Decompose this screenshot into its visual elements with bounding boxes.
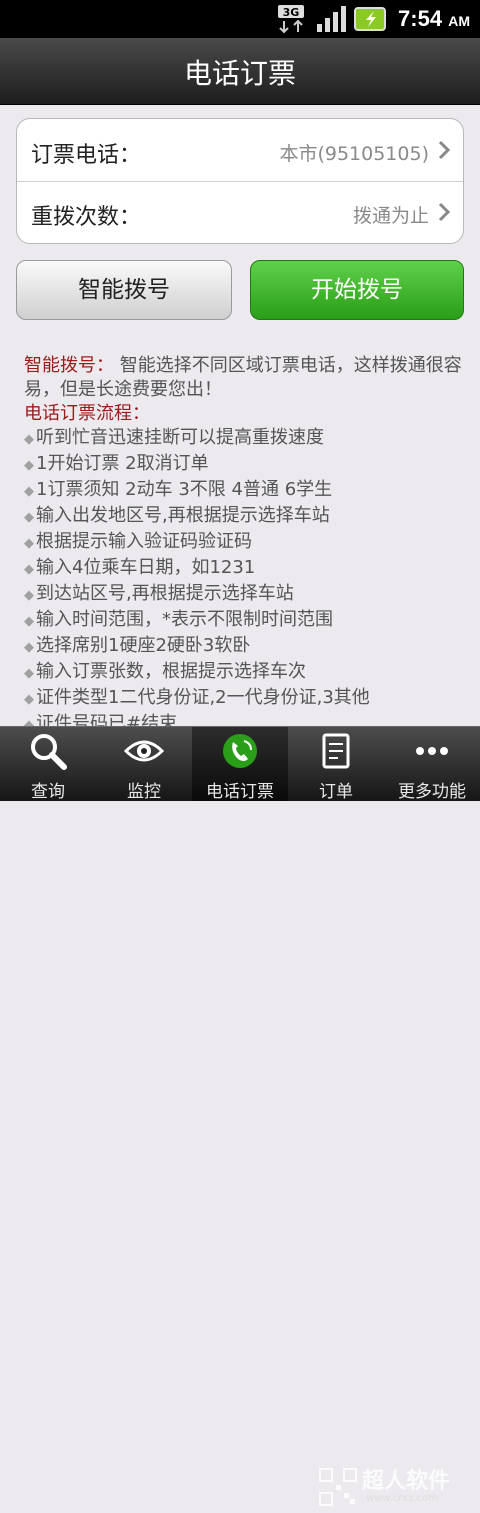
booking-phone-label: 订票电话： (31, 143, 142, 168)
tab-label: 订单 (319, 782, 353, 802)
watermark: 超人软件 www.crxz.com (318, 1463, 478, 1513)
tab-label: 更多功能 (398, 782, 466, 802)
booking-phone-value: 本市(95105105) (279, 143, 429, 165)
process-step: 输入时间范围，*表示不限制时间范围 (24, 608, 464, 634)
redial-count-value: 拨通为止 (352, 205, 429, 227)
process-step: 选择席别1硬座2硬卧3软卧 (24, 634, 464, 660)
tab-search[interactable]: 查询 (0, 727, 96, 802)
process-title: 电话订票流程： (24, 403, 150, 424)
watermark-name: 超人软件 (362, 1469, 451, 1494)
tab-label: 查询 (31, 782, 65, 802)
status-bar: 3G 7:54 AM (0, 0, 480, 38)
process-step: 输入4位乘车日期，如1231 (24, 556, 464, 582)
qr-code-icon (319, 1468, 357, 1506)
process-step: 输入订票张数，根据提示选择车次 (24, 660, 464, 686)
instructions: 智能拨号： 智能选择不同区域订票电话，这样拨通很容易，但是长途费要您出！ 电话订… (24, 354, 464, 738)
search-icon (31, 734, 67, 770)
process-step: 听到忙音迅速挂断可以提高重拨速度 (24, 426, 464, 452)
bottom-tab-bar: 查询 监控 电话订票 订单 更多功能 超人软件 www.crxz.com (0, 726, 480, 1506)
process-step: 证件类型1二代身份证,2一代身份证,3其他 (24, 686, 464, 712)
start-dial-button[interactable]: 开始拨号 (250, 260, 464, 320)
signal-strength-icon (317, 6, 346, 32)
tab-phone-booking[interactable]: 电话订票 (192, 727, 288, 802)
clock-time: 7:54 (398, 6, 443, 31)
smart-dial-button[interactable]: 智能拨号 (16, 260, 232, 320)
eye-icon (124, 740, 164, 762)
redial-count-label: 重拨次数： (31, 205, 142, 230)
tab-orders[interactable]: 订单 (288, 727, 384, 802)
tab-monitor[interactable]: 监控 (96, 727, 192, 802)
chevron-right-icon (438, 202, 451, 222)
booking-phone-row[interactable]: 订票电话： 本市(95105105) (17, 119, 463, 182)
process-step: 1订票须知 2动车 3不限 4普通 6学生 (24, 478, 464, 504)
network-3g-icon: 3G (278, 5, 304, 34)
clock: 7:54 AM (398, 6, 470, 32)
settings-panel: 订票电话： 本市(95105105) 重拨次数： 拨通为止 (16, 118, 464, 244)
smart-dial-description: 智能拨号： 智能选择不同区域订票电话，这样拨通很容易，但是长途费要您出！ (24, 354, 464, 402)
redial-count-row[interactable]: 重拨次数： 拨通为止 (17, 181, 463, 243)
tab-label: 监控 (127, 782, 161, 802)
chevron-right-icon (438, 140, 451, 160)
order-icon (322, 733, 350, 769)
page-title: 电话订票 (183, 57, 296, 90)
watermark-url: www.crxz.com (366, 1493, 438, 1504)
clock-ampm: AM (448, 13, 470, 29)
process-step: 到达站区号,再根据提示选择车站 (24, 582, 464, 608)
battery-charging-icon (354, 7, 386, 31)
title-bar: 电话订票 (0, 38, 480, 105)
svg-text:3G: 3G (283, 6, 300, 19)
tab-more[interactable]: 更多功能 (384, 727, 480, 802)
smart-dial-title: 智能拨号： (24, 355, 114, 376)
phone-icon (223, 734, 257, 768)
process-step: 输入出发地区号,再根据提示选择车站 (24, 504, 464, 530)
process-step: 1开始订票 2取消订单 (24, 452, 464, 478)
more-icon (416, 747, 448, 755)
tab-label: 电话订票 (206, 782, 274, 802)
process-step: 根据提示输入验证码验证码 (24, 530, 464, 556)
